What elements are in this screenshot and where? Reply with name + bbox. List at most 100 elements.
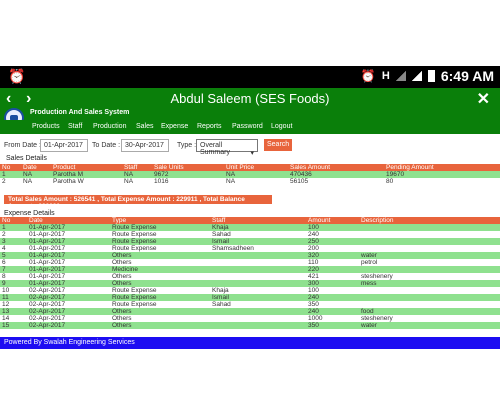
cell: 7 bbox=[0, 266, 27, 273]
from-date-input[interactable]: 01-Apr-2017 bbox=[40, 139, 88, 152]
cell: Parotha W bbox=[51, 178, 122, 185]
cell: 13 bbox=[0, 308, 27, 315]
app-subtitle: Production And Sales System bbox=[30, 109, 130, 116]
cell: 12 bbox=[0, 301, 27, 308]
cell: 350 bbox=[306, 301, 359, 308]
app-title: Abdul Saleem (SES Foods) bbox=[170, 91, 330, 106]
table-row[interactable]: 6 01-Apr-2017 Others 110 petrol bbox=[0, 259, 500, 266]
cell: 02-Apr-2017 bbox=[27, 308, 110, 315]
sales-col-product: Product bbox=[51, 164, 122, 171]
status-bar: ⏰ ⏰ H 6:49 AM bbox=[0, 66, 500, 88]
cell bbox=[210, 280, 306, 287]
cell: Khaja bbox=[210, 224, 306, 231]
cell: 240 bbox=[306, 308, 359, 315]
cell: Others bbox=[110, 315, 210, 322]
cell: 4 bbox=[0, 245, 27, 252]
menu-products[interactable]: Products bbox=[32, 123, 60, 130]
cell: 320 bbox=[306, 252, 359, 259]
cell: Route Expense bbox=[110, 287, 210, 294]
sales-col-staff: Staff bbox=[122, 164, 152, 171]
menu-sales[interactable]: Sales bbox=[136, 123, 154, 130]
cell: Route Expense bbox=[110, 245, 210, 252]
menu-staff[interactable]: Staff bbox=[68, 123, 82, 130]
cell: Khaja bbox=[210, 287, 306, 294]
cell: Route Expense bbox=[110, 301, 210, 308]
cell: water bbox=[359, 322, 500, 329]
cell: 6 bbox=[0, 259, 27, 266]
cell: 02-Apr-2017 bbox=[27, 301, 110, 308]
menu-password[interactable]: Password bbox=[232, 123, 263, 130]
table-row[interactable]: 14 02-Apr-2017 Others 1000 steshenery bbox=[0, 315, 500, 322]
expense-col-type: Type bbox=[110, 217, 210, 224]
table-row[interactable]: 15 02-Apr-2017 Others 350 water bbox=[0, 322, 500, 329]
cell: NA bbox=[21, 171, 51, 178]
cell: Others bbox=[110, 308, 210, 315]
cell: 01-Apr-2017 bbox=[27, 252, 110, 259]
sales-col-unit-price: Unit Price bbox=[224, 164, 288, 171]
cell: 01-Apr-2017 bbox=[27, 259, 110, 266]
cell: Parotha M bbox=[51, 171, 122, 178]
sales-section-title: Sales Details bbox=[6, 155, 47, 162]
table-row[interactable]: 13 02-Apr-2017 Others 240 food bbox=[0, 308, 500, 315]
expense-col-amount: Amount bbox=[306, 217, 359, 224]
cell: Sahad bbox=[210, 301, 306, 308]
cell: 300 bbox=[306, 280, 359, 287]
expense-table: No Date Type Staff Amount Description 10… bbox=[0, 217, 500, 329]
expense-col-description: Description bbox=[359, 217, 500, 224]
cell: NA bbox=[224, 178, 288, 185]
cell: 15 bbox=[0, 322, 27, 329]
cell: 56105 bbox=[288, 178, 384, 185]
cell: 02-Apr-2017 bbox=[27, 287, 110, 294]
cell: Route Expense bbox=[110, 294, 210, 301]
close-icon[interactable]: ✕ bbox=[477, 89, 490, 109]
search-button[interactable]: Search bbox=[264, 139, 293, 151]
cell: 2 bbox=[0, 231, 27, 238]
cell: NA bbox=[122, 178, 152, 185]
table-row[interactable]: 2 NA Parotha W NA 1016 NA 56105 80 bbox=[0, 178, 500, 185]
cell bbox=[210, 273, 306, 280]
alarm-clock-icon: ⏰ bbox=[360, 69, 376, 83]
cell: 250 bbox=[306, 238, 359, 245]
menu-reports[interactable]: Reports bbox=[197, 123, 222, 130]
status-bar-right: ⏰ H 6:49 AM bbox=[361, 68, 494, 84]
cell: 14 bbox=[0, 315, 27, 322]
table-row[interactable]: 8 01-Apr-2017 Others 421 steshenery bbox=[0, 273, 500, 280]
alarm-icon: ⏰ bbox=[8, 68, 26, 84]
table-row[interactable]: 10 02-Apr-2017 Route Expense Khaja 100 bbox=[0, 287, 500, 294]
type-label: Type : bbox=[177, 142, 197, 149]
network-type: H bbox=[381, 70, 390, 82]
cell: 01-Apr-2017 bbox=[27, 224, 110, 231]
cell: 01-Apr-2017 bbox=[27, 238, 110, 245]
cell: 240 bbox=[306, 294, 359, 301]
cell: Ismail bbox=[210, 238, 306, 245]
table-row[interactable]: 9 01-Apr-2017 Others 300 mess bbox=[0, 280, 500, 287]
menu-expense[interactable]: Expense bbox=[161, 123, 188, 130]
table-row[interactable]: 1 01-Apr-2017 Route Expense Khaja 100 bbox=[0, 224, 500, 231]
to-date-input[interactable]: 30-Apr-2017 bbox=[121, 139, 169, 152]
cell: 470436 bbox=[288, 171, 384, 178]
cell bbox=[359, 245, 500, 252]
sales-col-date: Date bbox=[21, 164, 51, 171]
cell bbox=[359, 224, 500, 231]
menu-production[interactable]: Production bbox=[93, 123, 126, 130]
cell: Route Expense bbox=[110, 224, 210, 231]
cell: 01-Apr-2017 bbox=[27, 280, 110, 287]
cell bbox=[210, 252, 306, 259]
type-select[interactable]: Overall Summary ▾ bbox=[196, 139, 258, 157]
signal-strength-icon bbox=[411, 71, 422, 81]
cell: 200 bbox=[306, 245, 359, 252]
cell: food bbox=[359, 308, 500, 315]
table-row[interactable]: 4 01-Apr-2017 Route Expense Shamsadheen 200 bbox=[0, 245, 500, 252]
table-row[interactable]: 5 01-Apr-2017 Others 320 water bbox=[0, 252, 500, 259]
to-date-label: To Date : bbox=[92, 142, 121, 149]
expense-col-staff: Staff bbox=[210, 217, 306, 224]
table-row[interactable]: 2 01-Apr-2017 Route Expense Sahad 240 bbox=[0, 231, 500, 238]
menu-logout[interactable]: Logout bbox=[271, 123, 292, 130]
table-row[interactable]: 11 02-Apr-2017 Route Expense Ismail 240 bbox=[0, 294, 500, 301]
table-row[interactable]: 1 NA Parotha M NA 9672 NA 470436 19670 bbox=[0, 171, 500, 178]
table-row[interactable]: 7 01-Apr-2017 Medicine 220 bbox=[0, 266, 500, 273]
table-row[interactable]: 3 01-Apr-2017 Route Expense Ismail 250 bbox=[0, 238, 500, 245]
signal-icon bbox=[395, 71, 406, 81]
table-row[interactable]: 12 02-Apr-2017 Route Expense Sahad 350 bbox=[0, 301, 500, 308]
sales-col-sales-amount: Sales Amount bbox=[288, 164, 384, 171]
